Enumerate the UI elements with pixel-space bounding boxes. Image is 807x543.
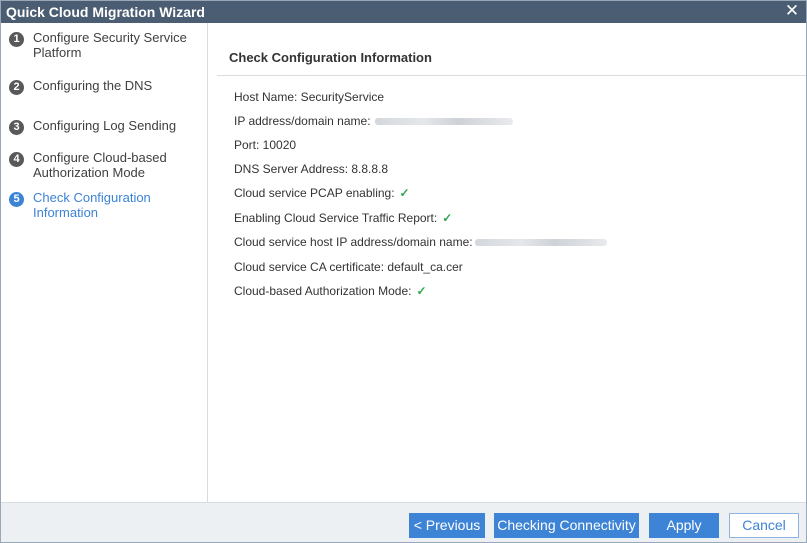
redacted-ip-value xyxy=(374,118,513,126)
ca-certificate-text: Cloud service CA certificate: default_ca… xyxy=(234,260,463,274)
ip-address-row: IP address/domain name: xyxy=(234,113,513,129)
cloud-host-ip-label: Cloud service host IP address/domain nam… xyxy=(234,235,473,249)
check-icon: ✓ xyxy=(442,211,453,225)
step-label: Configuring the DNS xyxy=(33,78,153,93)
step-number-badge: 3 xyxy=(9,120,24,135)
dns-server-row: DNS Server Address: 8.8.8.8 xyxy=(234,161,388,177)
section-title: Check Configuration Information xyxy=(229,50,432,65)
pcap-enabling-row: Cloud service PCAP enabling: ✓ xyxy=(234,185,410,201)
traffic-report-row: Enabling Cloud Service Traffic Report: ✓ xyxy=(234,210,452,226)
auth-mode-label: Cloud-based Authorization Mode: xyxy=(234,284,412,298)
ca-certificate-row: Cloud service CA certificate: default_ca… xyxy=(234,259,463,275)
window-title: Quick Cloud Migration Wizard xyxy=(6,4,205,20)
cloud-host-ip-row: Cloud service host IP address/domain nam… xyxy=(234,234,607,250)
traffic-report-label: Enabling Cloud Service Traffic Report: xyxy=(234,211,438,225)
step-label: Configure Security Service Platform xyxy=(33,30,187,60)
step-number-badge: 5 xyxy=(9,192,24,207)
apply-button[interactable]: Apply xyxy=(649,513,719,538)
cancel-button[interactable]: Cancel xyxy=(729,513,799,538)
ip-address-label: IP address/domain name: xyxy=(234,114,371,128)
pcap-enabling-label: Cloud service PCAP enabling: xyxy=(234,186,395,200)
step-number-badge: 1 xyxy=(9,32,24,47)
previous-button[interactable]: < Previous xyxy=(409,513,485,538)
step-number-badge: 2 xyxy=(9,80,24,95)
redacted-cloud-host-value xyxy=(474,239,607,247)
dns-server-text: DNS Server Address: 8.8.8.8 xyxy=(234,162,389,176)
checking-connectivity-button[interactable]: Checking Connectivity xyxy=(494,513,639,538)
dialog-footer: < Previous Checking Connectivity Apply C… xyxy=(1,502,806,542)
host-name-row: Host Name: SecurityService xyxy=(234,89,384,105)
close-icon[interactable]: ✕ xyxy=(784,1,800,23)
port-row: Port: 10020 xyxy=(234,137,296,153)
port-text: Port: 10020 xyxy=(234,138,297,152)
check-icon: ✓ xyxy=(416,284,427,298)
title-bar: Quick Cloud Migration Wizard ✕ xyxy=(1,1,806,23)
main-panel: Check Configuration Information Host Nam… xyxy=(209,23,806,502)
step-label: Check Configuration Information xyxy=(33,190,151,220)
step-number-badge: 4 xyxy=(9,152,24,167)
quick-cloud-migration-wizard-dialog: Quick Cloud Migration Wizard ✕ 1 Configu… xyxy=(0,0,807,543)
check-icon: ✓ xyxy=(399,186,410,200)
step-label: Configure Cloud-based Authorization Mode xyxy=(33,150,167,180)
wizard-steps-sidebar: 1 Configure Security Service Platform 2 … xyxy=(1,23,208,502)
host-name-text: Host Name: SecurityService xyxy=(234,90,385,104)
section-divider xyxy=(217,75,806,76)
step-label: Configuring Log Sending xyxy=(33,118,177,133)
auth-mode-row: Cloud-based Authorization Mode: ✓ xyxy=(234,283,427,299)
